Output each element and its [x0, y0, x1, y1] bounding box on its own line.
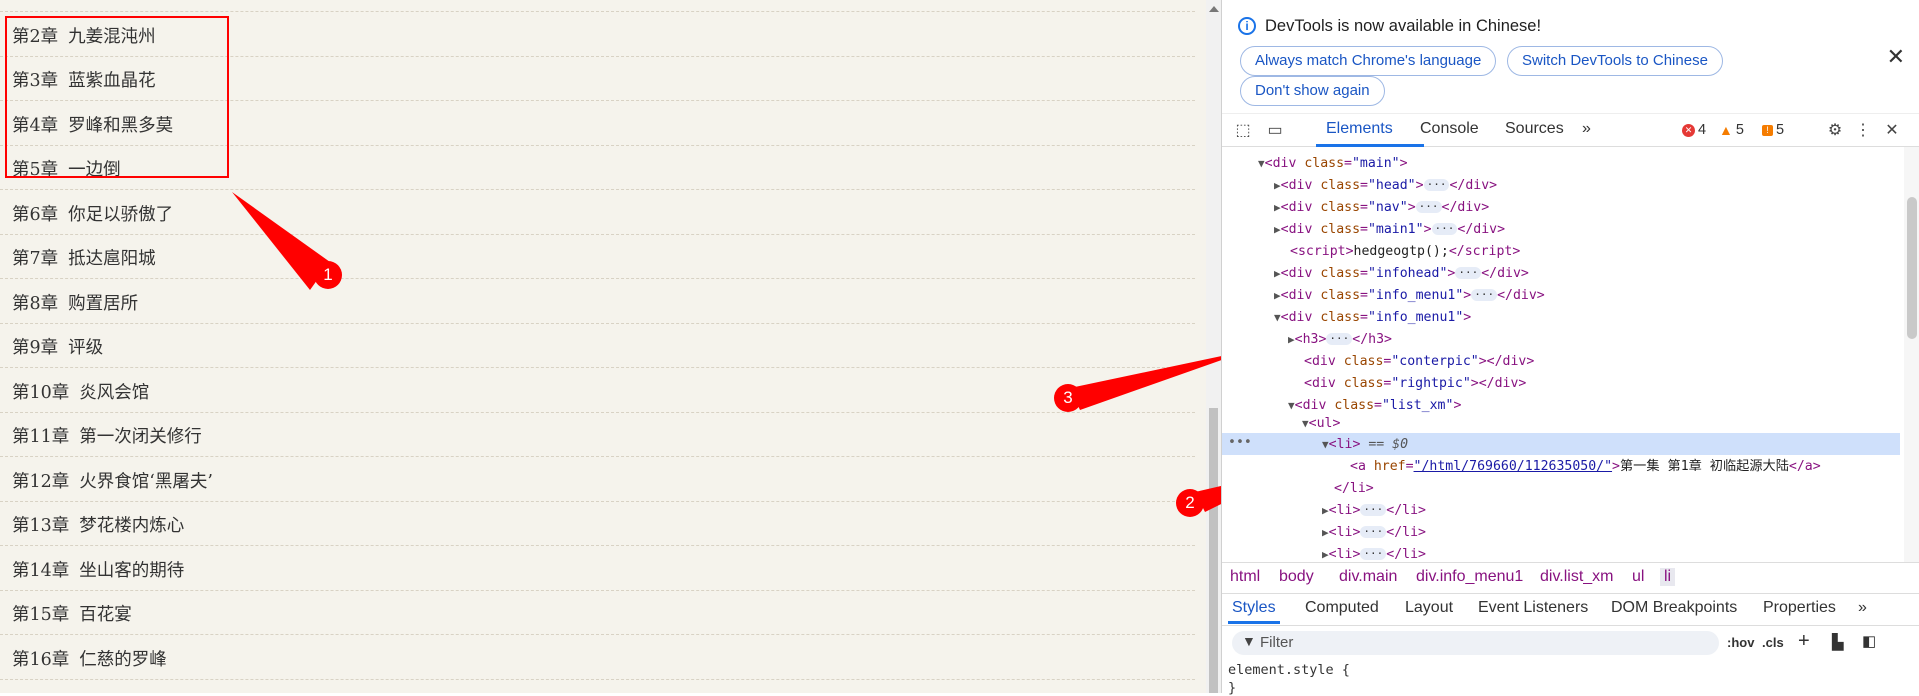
switch-language-button[interactable]: Switch DevTools to Chinese [1507, 46, 1723, 76]
tab-console[interactable]: Console [1420, 120, 1479, 138]
devtools-toolbar: ⬚ ▭ Elements Console Sources » ✕ 4 ▲ 5 !… [1222, 113, 1919, 147]
tree-h3[interactable]: ▶<h3> ··· </h3> [1288, 329, 1392, 350]
script-content: hedgeogtp(); [1353, 244, 1449, 259]
more-options-icon[interactable]: ⋮ [1854, 122, 1872, 140]
filter-placeholder: Filter [1260, 634, 1294, 651]
inspect-element-icon[interactable]: ⬚ [1234, 122, 1252, 140]
tree-div-conterpic[interactable]: <div class="conterpic"></div> [1304, 351, 1534, 372]
tree-div-rightpic[interactable]: <div class="rightpic"></div> [1304, 373, 1526, 394]
attr-main1: "main1" [1367, 222, 1424, 237]
devtools-panel: i DevTools is now available in Chinese! … [1221, 0, 1919, 696]
highlight-box-chapters [5, 16, 229, 178]
crumb-li[interactable]: li [1660, 568, 1676, 586]
language-infobar: i DevTools is now available in Chinese! … [1222, 0, 1919, 113]
tree-li-collapsed[interactable]: ▶<li> ··· </li> [1322, 500, 1426, 521]
error-count-value: 4 [1698, 122, 1707, 138]
tree-li-selected[interactable]: ▼<li> == $0 [1322, 434, 1408, 455]
anchor-text: 第一集 第1章 初临起源大陆 [1620, 459, 1789, 474]
tree-div-head[interactable]: ▶<div class="head"> ··· </div> [1274, 175, 1497, 196]
filter-icon: ▼ [1242, 633, 1256, 649]
add-rule-icon[interactable]: + [1798, 630, 1810, 653]
dont-show-again-button[interactable]: Don't show again [1240, 76, 1385, 106]
info-icon: i [1238, 17, 1256, 35]
element-style-close: } [1228, 680, 1237, 696]
crumb-div-list-xm[interactable]: div.list_xm [1540, 568, 1614, 586]
infobar-message: DevTools is now available in Chinese! [1265, 17, 1542, 35]
hov-toggle[interactable]: :hov [1727, 635, 1754, 650]
settings-gear-icon[interactable]: ⚙ [1826, 122, 1844, 140]
tree-div-main[interactable]: ▼<div class="main"> [1258, 153, 1408, 174]
attr-conterpic: "conterpic" [1391, 354, 1479, 369]
tree-li-collapsed[interactable]: ▶<li> ··· </li> [1322, 522, 1426, 543]
warning-icon: ▲ [1719, 122, 1733, 138]
subtab-styles[interactable]: Styles [1232, 599, 1276, 617]
error-count[interactable]: ✕ 4 [1682, 122, 1706, 138]
attr-info-menu1: "info_menu1" [1367, 288, 1464, 303]
paint-brush-icon[interactable]: ▙ [1832, 633, 1844, 651]
anchor-href[interactable]: "/html/769660/112635050/" [1414, 459, 1613, 474]
tree-ul[interactable]: ▼<ul> [1302, 413, 1340, 434]
more-tabs-icon[interactable]: » [1582, 120, 1591, 138]
element-style-selector[interactable]: element.style { [1228, 662, 1350, 678]
elements-tree[interactable]: ••• ▼<div class="main"> ▶<div class="hea… [1222, 147, 1919, 562]
toggle-sidebar-icon[interactable]: ◧ [1862, 632, 1876, 650]
subtab-properties[interactable]: Properties [1763, 599, 1836, 617]
more-subtabs-icon[interactable]: » [1858, 599, 1867, 617]
styles-pane: element.style { } [1222, 660, 1919, 696]
subtab-layout[interactable]: Layout [1405, 599, 1453, 617]
warning-count-value: 5 [1735, 122, 1744, 138]
crumb-body[interactable]: body [1279, 568, 1314, 586]
tab-elements[interactable]: Elements [1326, 120, 1393, 138]
elements-scrollbar-thumb[interactable] [1907, 197, 1917, 339]
issues-icon: ! [1762, 124, 1773, 136]
match-language-button[interactable]: Always match Chrome's language [1240, 46, 1497, 76]
warning-count[interactable]: ▲ 5 [1719, 122, 1744, 138]
elements-scrollbar[interactable] [1904, 147, 1919, 562]
attr-main: "main" [1351, 156, 1400, 171]
tree-li-collapsed[interactable]: ▶<li> ··· </li> [1322, 544, 1426, 562]
issues-count[interactable]: ! 5 [1762, 122, 1784, 138]
styles-subtabs: Styles Computed Layout Event Listeners D… [1222, 594, 1919, 626]
tree-anchor[interactable]: <a href="/html/769660/112635050/">第一集 第1… [1350, 456, 1821, 477]
attr-rightpic: "rightpic" [1391, 376, 1471, 391]
tree-div-main1[interactable]: ▶<div class="main1"> ··· </div> [1274, 219, 1505, 240]
tree-script[interactable]: <script>hedgeogtp();</script> [1290, 241, 1520, 262]
styles-filter-input[interactable]: ▼ Filter [1232, 631, 1719, 655]
attr-nav: "nav" [1367, 200, 1408, 215]
subtab-event-listeners[interactable]: Event Listeners [1478, 599, 1588, 617]
crumb-html[interactable]: html [1230, 568, 1260, 586]
attr-head: "head" [1367, 178, 1416, 193]
crumb-div-main[interactable]: div.main [1339, 568, 1397, 586]
subtab-dom-breakpoints[interactable]: DOM Breakpoints [1611, 599, 1737, 617]
close-devtools-icon[interactable]: ✕ [1883, 122, 1901, 140]
attr-list-xm: "list_xm" [1381, 398, 1454, 413]
tree-div-nav[interactable]: ▶<div class="nav"> ··· </div> [1274, 197, 1489, 218]
row-actions-icon[interactable]: ••• [1228, 432, 1252, 453]
tree-div-info-menu1[interactable]: ▶<div class="info_menu1"> ··· </div> [1274, 285, 1545, 306]
subtab-computed[interactable]: Computed [1305, 599, 1379, 617]
tree-div-info-menu1-open[interactable]: ▼<div class="info_menu1"> [1274, 307, 1471, 328]
crumb-div-info-menu1[interactable]: div.info_menu1 [1416, 568, 1523, 586]
close-icon[interactable]: ✕ [1887, 44, 1905, 70]
crumb-ul[interactable]: ul [1632, 568, 1644, 586]
annotation-badge-2: 2 [1176, 489, 1204, 517]
attr-infohead: "infohead" [1367, 266, 1448, 281]
cls-toggle[interactable]: .cls [1762, 635, 1784, 650]
device-toolbar-icon[interactable]: ▭ [1266, 122, 1284, 140]
error-icon: ✕ [1682, 123, 1695, 137]
tree-div-infohead[interactable]: ▶<div class="infohead"> ··· </div> [1274, 263, 1529, 284]
attr-info-menu1-open: "info_menu1" [1367, 310, 1464, 325]
styles-filter-bar: ▼ Filter :hov .cls + ▙ ◧ [1222, 626, 1919, 660]
tab-sources[interactable]: Sources [1505, 120, 1564, 138]
selected-marker: == $0 [1360, 437, 1409, 452]
breadcrumb: html body div.main div.info_menu1 div.li… [1222, 562, 1919, 594]
annotation-badge-3: 3 [1054, 384, 1082, 412]
annotation-badge-1: 1 [314, 261, 342, 289]
tree-li-close: </li> [1334, 481, 1374, 496]
styles-tab-indicator [1228, 621, 1280, 624]
issues-count-value: 5 [1776, 122, 1785, 138]
